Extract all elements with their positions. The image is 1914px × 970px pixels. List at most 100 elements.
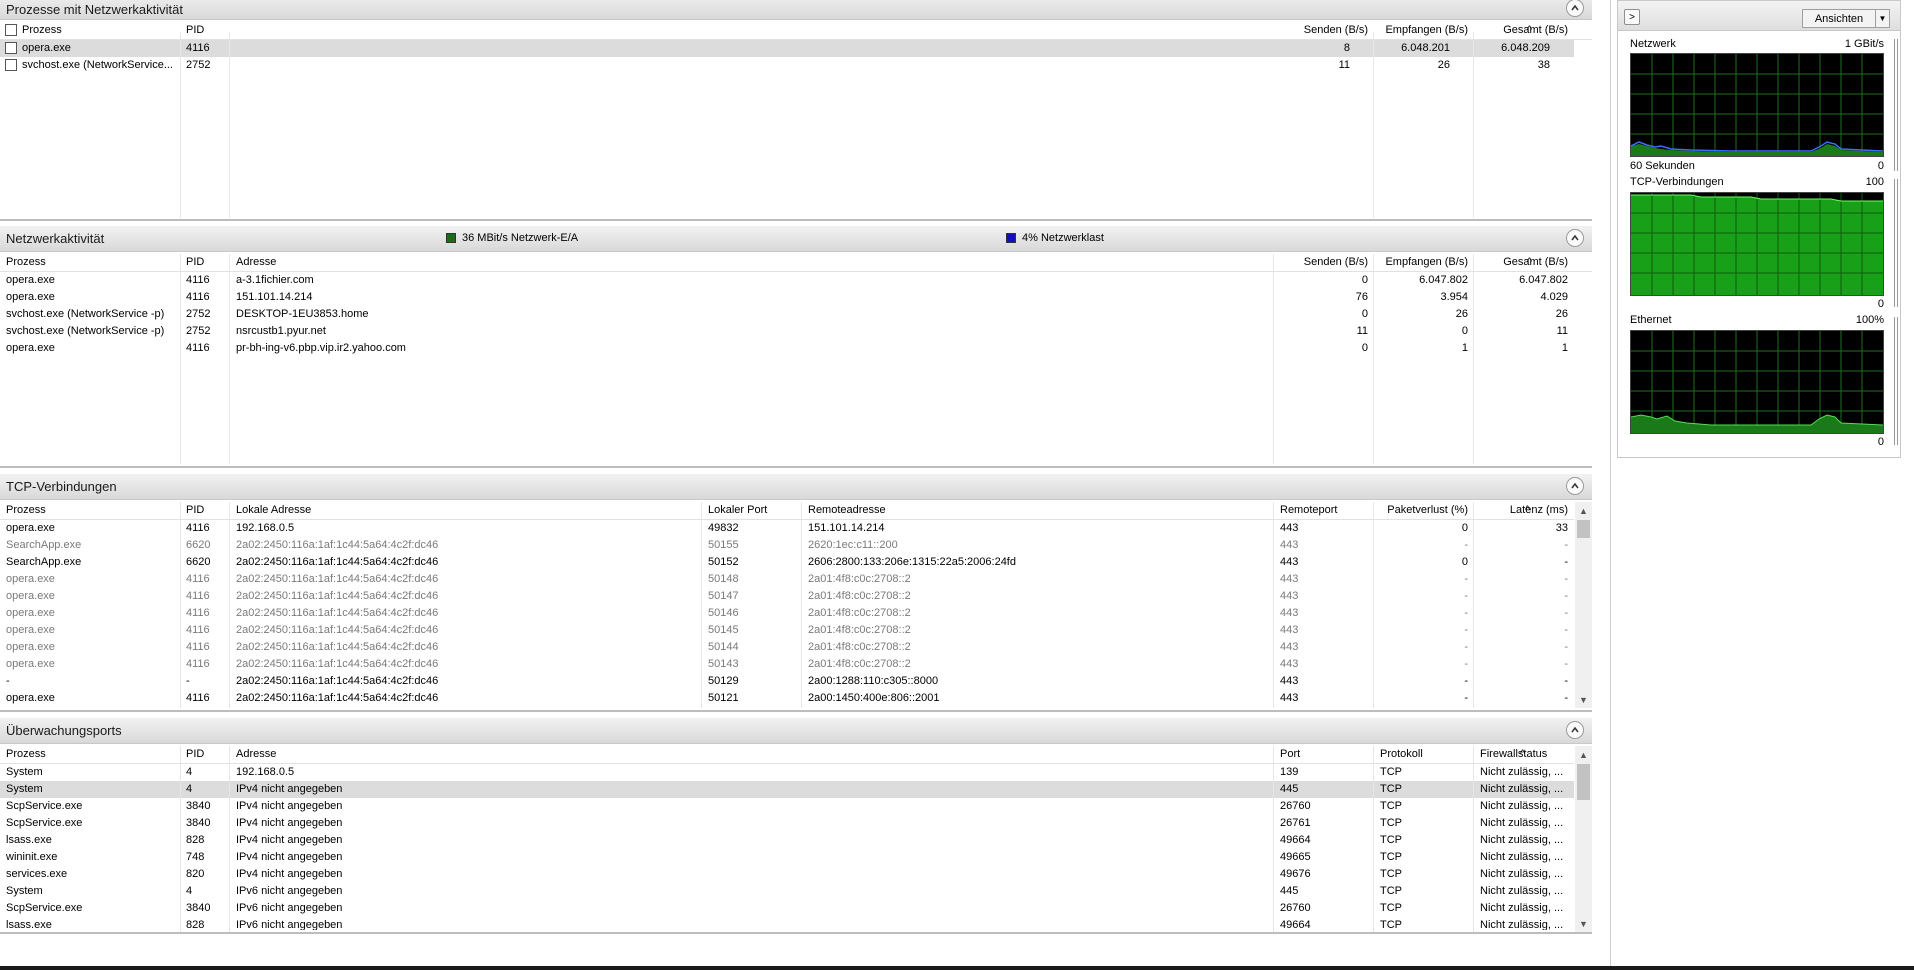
col-send[interactable]: Senden (B/s) — [1304, 256, 1368, 268]
col-pid[interactable]: PID — [186, 24, 204, 36]
table-row[interactable]: ScpService.exe 3840 IPv4 nicht angegeben 26… — [0, 798, 1574, 815]
graphs-scrollbar[interactable] — [1894, 317, 1898, 445]
col-pid[interactable]: PID — [186, 256, 204, 268]
col-process[interactable]: Prozess — [22, 24, 62, 36]
table-row[interactable]: lsass.exe 828 IPv4 nicht angegeben 49664 TCP… — [0, 832, 1574, 849]
table-row[interactable]: opera.exe 4116 a-3.1fichier.com 0 6.047.802 6… — [0, 272, 1592, 289]
col-address[interactable]: Adresse — [236, 748, 276, 760]
remote-port: 443 — [1280, 590, 1299, 602]
table-row[interactable]: opera.exe 4116 192.168.0.5 49832 151.101.14.… — [0, 520, 1574, 537]
collapse-ports-button[interactable] — [1566, 721, 1584, 739]
remote-address: DESKTOP-1EU3853.home — [236, 308, 369, 320]
column-divider — [801, 502, 802, 708]
table-row[interactable]: opera.exe 4116 151.101.14.214 76 3.954 4.029 — [0, 289, 1592, 306]
table-row[interactable]: opera.exe 4116 8 6.048.201 6.048.209 — [0, 40, 1574, 57]
col-remote-port[interactable]: Remoteport — [1280, 504, 1337, 516]
tcp-scrollbar[interactable]: ▲ ▼ — [1575, 502, 1592, 708]
scroll-thumb[interactable] — [1577, 520, 1590, 538]
table-row[interactable]: System 4 IPv4 nicht angegeben 445 TCP Nicht z… — [0, 781, 1574, 798]
collapse-tcp-button[interactable] — [1566, 477, 1584, 495]
col-remote-address[interactable]: Remoteadresse — [808, 504, 886, 516]
chevron-up-icon — [1571, 234, 1579, 241]
scroll-thumb[interactable] — [1577, 764, 1590, 800]
listen-address: IPv4 nicht angegeben — [236, 851, 343, 863]
tcp-section-header[interactable]: TCP-Verbindungen — [0, 474, 1592, 500]
col-address[interactable]: Adresse — [236, 256, 276, 268]
sort-caret-icon: ^ — [1526, 256, 1532, 268]
ports-section-header[interactable]: Überwachungsports — [0, 718, 1592, 744]
table-row[interactable]: SearchApp.exe 6620 2a02:2450:116a:1af:1c44… — [0, 537, 1574, 554]
col-recv[interactable]: Empfangen (B/s) — [1385, 256, 1468, 268]
col-firewall[interactable]: Firewallstatus — [1480, 748, 1547, 760]
col-local-address[interactable]: Lokale Adresse — [236, 504, 311, 516]
collapse-network-button[interactable] — [1566, 229, 1584, 247]
network-section-header[interactable]: Netzwerkaktivität 36 MBit/s Netzwerk-E/A… — [0, 226, 1592, 252]
table-row[interactable]: svchost.exe (NetworkService... 2752 11 2… — [0, 57, 1574, 74]
table-row[interactable]: opera.exe 4116 pr-bh-ing-v6.pbp.vip.ir2.ya… — [0, 340, 1592, 357]
col-port[interactable]: Port — [1280, 748, 1300, 760]
col-local-port[interactable]: Lokaler Port — [708, 504, 767, 516]
process-name: opera.exe — [6, 342, 55, 354]
processes-section-header[interactable]: Prozesse mit Netzwerkaktivität — [0, 0, 1592, 20]
remote-address: pr-bh-ing-v6.pbp.vip.ir2.yahoo.com — [236, 342, 406, 354]
col-send[interactable]: Senden (B/s) — [1304, 24, 1368, 36]
local-port: 50121 — [708, 692, 739, 704]
col-pid[interactable]: PID — [186, 504, 204, 516]
table-row[interactable]: svchost.exe (NetworkService -p) 2752 DESKT… — [0, 306, 1592, 323]
column-divider — [701, 502, 702, 708]
table-row[interactable]: lsass.exe 828 IPv6 nicht angegeben 49664 TCP… — [0, 917, 1574, 930]
scroll-down-icon[interactable]: ▼ — [1575, 691, 1592, 708]
column-divider — [229, 32, 230, 218]
graphs-scrollbar[interactable] — [1894, 179, 1898, 307]
table-row[interactable]: opera.exe 4116 2a02:2450:116a:1af:1c44:5a6… — [0, 622, 1574, 639]
listen-address: IPv6 nicht angegeben — [236, 919, 343, 930]
tcp-list: opera.exe 4116 192.168.0.5 49832 151.101.14.… — [0, 520, 1574, 708]
table-row[interactable]: opera.exe 4116 2a02:2450:116a:1af:1c44:5a6… — [0, 571, 1574, 588]
col-latency[interactable]: Latenz (ms) — [1510, 504, 1568, 516]
col-process[interactable]: Prozess — [6, 748, 46, 760]
views-dropdown[interactable]: Ansichten ▼ — [1802, 9, 1890, 28]
table-row[interactable]: opera.exe 4116 2a02:2450:116a:1af:1c44:5a6… — [0, 605, 1574, 622]
table-row[interactable]: SearchApp.exe 6620 2a02:2450:116a:1af:1c44… — [0, 554, 1574, 571]
table-row[interactable]: services.exe 820 IPv4 nicht angegeben 49676… — [0, 866, 1574, 883]
ports-scrollbar[interactable]: ▲ ▼ — [1575, 746, 1592, 932]
protocol: TCP — [1380, 766, 1402, 778]
dropdown-arrow-icon[interactable]: ▼ — [1875, 10, 1889, 27]
col-pid[interactable]: PID — [186, 748, 204, 760]
col-process[interactable]: Prozess — [6, 256, 46, 268]
table-row[interactable]: wininit.exe 748 IPv4 nicht angegeben 49665 T… — [0, 849, 1574, 866]
table-row[interactable]: opera.exe 4116 2a02:2450:116a:1af:1c44:5a6… — [0, 656, 1574, 673]
table-row[interactable]: svchost.exe (NetworkService -p) 2752 nsrcu… — [0, 323, 1592, 340]
table-row[interactable]: ScpService.exe 3840 IPv6 nicht angegeben 26… — [0, 900, 1574, 917]
table-row[interactable]: ScpService.exe 3840 IPv4 nicht angegeben 26… — [0, 815, 1574, 832]
table-row[interactable]: opera.exe 4116 2a02:2450:116a:1af:1c44:5a6… — [0, 639, 1574, 656]
table-row[interactable]: System 4 IPv6 nicht angegeben 445 TCP Nicht z… — [0, 883, 1574, 900]
remote-port: 443 — [1280, 658, 1299, 670]
process-name: opera.exe — [6, 573, 55, 585]
row-checkbox[interactable] — [5, 59, 17, 71]
col-packet-loss[interactable]: Paketverlust (%) — [1387, 504, 1468, 516]
scroll-down-icon[interactable]: ▼ — [1575, 915, 1592, 932]
graphs-scrollbar[interactable] — [1894, 39, 1898, 171]
row-checkbox[interactable] — [5, 42, 17, 54]
col-process[interactable]: Prozess — [6, 504, 46, 516]
select-all-checkbox[interactable] — [5, 24, 17, 36]
table-row[interactable]: opera.exe 4116 2a02:2450:116a:1af:1c44:5a6… — [0, 588, 1574, 605]
process-pid: 748 — [186, 851, 205, 863]
col-protocol[interactable]: Protokoll — [1380, 748, 1423, 760]
sort-caret-icon: ^ — [1526, 24, 1532, 36]
table-row[interactable]: System 4 192.168.0.5 139 TCP Nicht zulässig, … — [0, 764, 1574, 781]
firewall-status: Nicht zulässig, ... — [1480, 902, 1564, 914]
next-arrow-button[interactable]: > — [1624, 9, 1640, 25]
io-legend-swatch — [446, 233, 456, 243]
local-address: 2a02:2450:116a:1af:1c44:5a64:4c2f:dc46 — [236, 556, 439, 568]
table-row[interactable]: - - 2a02:2450:116a:1af:1c44:5a64:4c2f:dc46… — [0, 673, 1574, 690]
scroll-up-icon[interactable]: ▲ — [1575, 746, 1592, 763]
col-total[interactable]: Gesamt (B/s) — [1503, 256, 1568, 268]
collapse-processes-button[interactable] — [1566, 0, 1584, 17]
scroll-up-icon[interactable]: ▲ — [1575, 502, 1592, 519]
col-recv[interactable]: Empfangen (B/s) — [1385, 24, 1468, 36]
chevron-up-icon — [1571, 726, 1579, 733]
table-row[interactable]: opera.exe 4116 2a02:2450:116a:1af:1c44:5a6… — [0, 690, 1574, 707]
col-total[interactable]: Gesamt (B/s) — [1503, 24, 1568, 36]
